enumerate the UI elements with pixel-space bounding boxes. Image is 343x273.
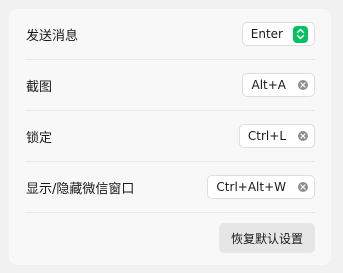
toggle-window-key-input[interactable]: Ctrl+Alt+W — [207, 175, 315, 199]
lock-key-input[interactable]: Ctrl+L — [238, 124, 315, 148]
shortcut-key-value: Ctrl+Alt+W — [216, 180, 286, 194]
shortcut-row-screenshot: 截图 Alt+A — [25, 60, 315, 111]
shortcut-label: 显示/隐藏微信窗口 — [26, 181, 135, 197]
shortcut-key-value: Enter — [250, 27, 283, 41]
clear-icon[interactable] — [298, 80, 308, 90]
screenshot-key-input[interactable]: Alt+A — [242, 73, 315, 97]
updown-select-icon[interactable] — [293, 25, 308, 43]
shortcut-settings-panel: 发送消息 Enter 截图 Alt+A 锁定 Ctrl+L 显示/隐藏微信窗口 … — [9, 9, 331, 265]
panel-footer: 恢复默认设置 — [25, 213, 315, 263]
shortcut-row-lock: 锁定 Ctrl+L — [25, 111, 315, 162]
shortcut-label: 截图 — [26, 79, 53, 95]
shortcut-key-value: Ctrl+L — [247, 129, 286, 143]
send-message-key-select[interactable]: Enter — [241, 22, 315, 46]
shortcut-label: 发送消息 — [26, 28, 79, 44]
clear-icon[interactable] — [298, 131, 308, 141]
shortcut-key-value: Alt+A — [251, 78, 286, 92]
shortcut-row-toggle-window: 显示/隐藏微信窗口 Ctrl+Alt+W — [25, 162, 315, 213]
clear-icon[interactable] — [298, 182, 308, 192]
shortcut-label: 锁定 — [26, 130, 53, 146]
reset-defaults-button[interactable]: 恢复默认设置 — [218, 223, 315, 253]
shortcut-row-send-message: 发送消息 Enter — [25, 9, 315, 60]
